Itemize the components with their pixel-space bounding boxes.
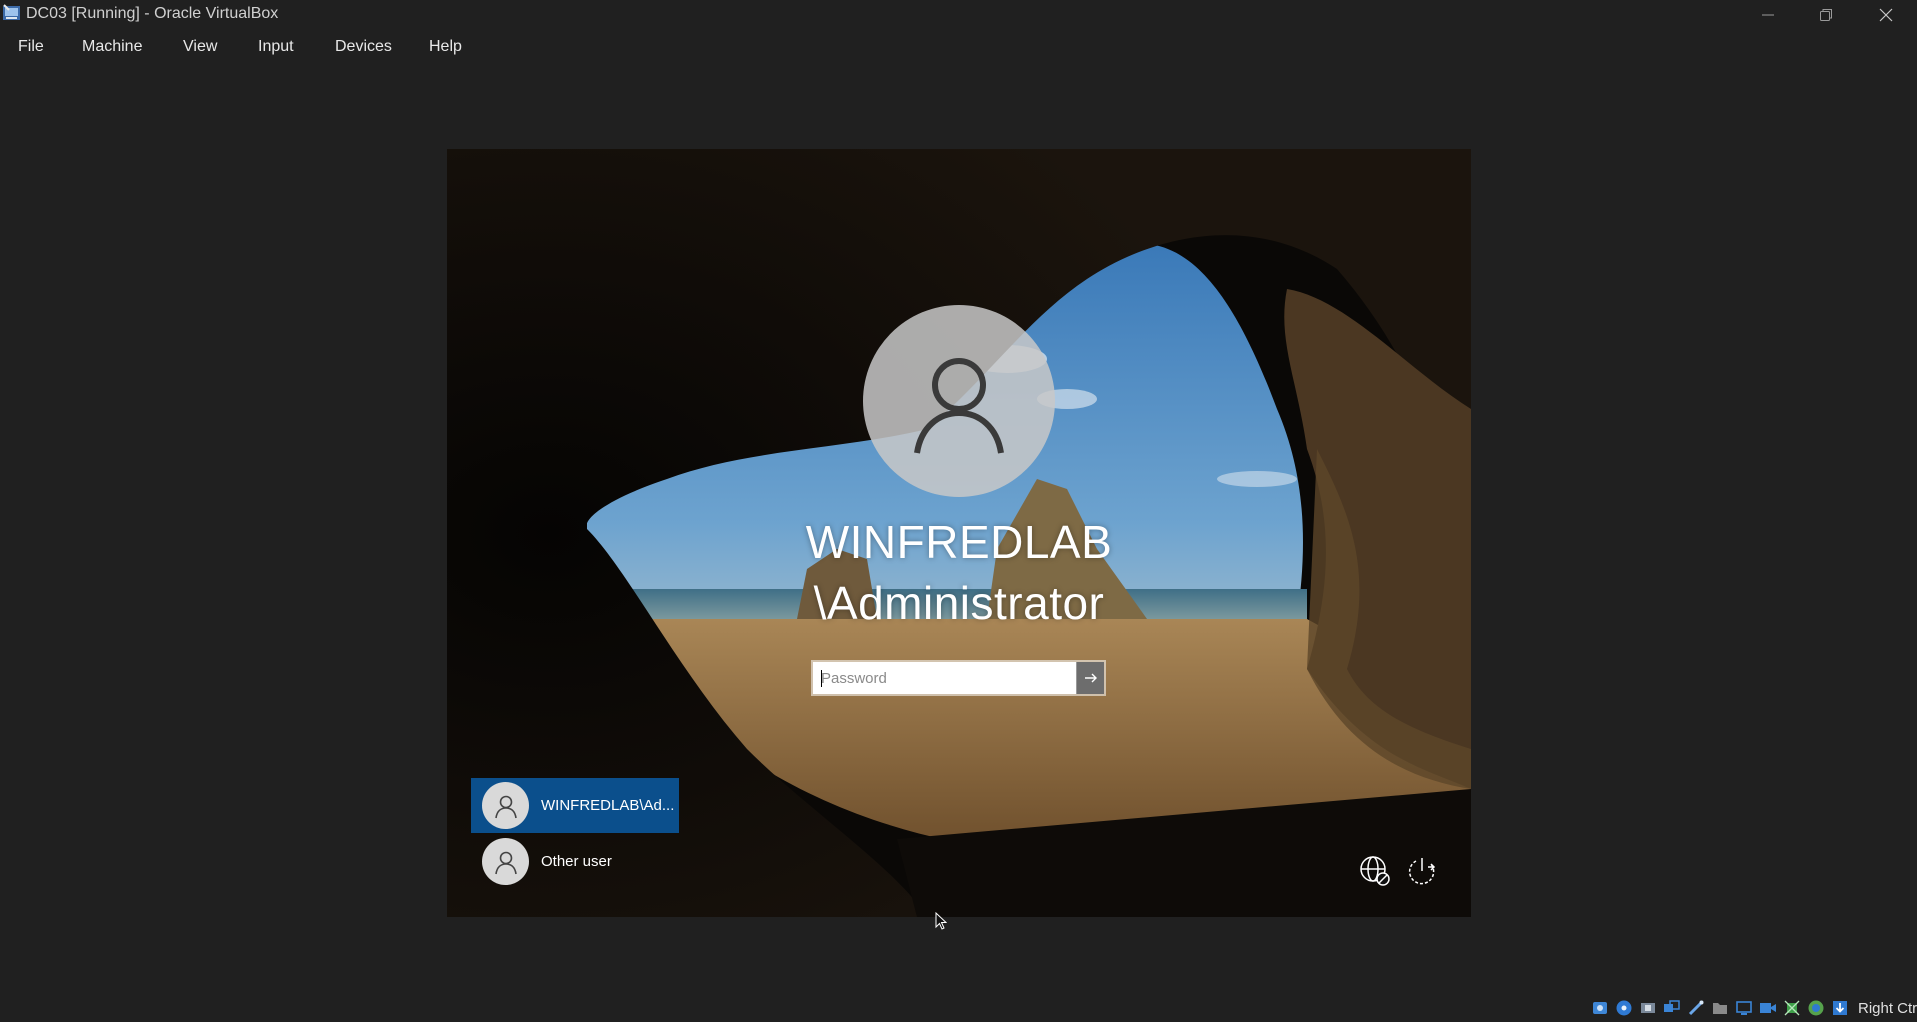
menu-file[interactable]: File (18, 38, 44, 56)
menu-input[interactable]: Input (258, 38, 294, 56)
network-button[interactable] (1358, 854, 1392, 888)
window-title: DC03 [Running] - Oracle VirtualBox (26, 5, 279, 22)
user-tile-label: Other user (541, 853, 612, 870)
menu-view[interactable]: View (183, 38, 217, 56)
user-icon (914, 358, 1004, 454)
keyboard-icon[interactable] (1830, 998, 1850, 1018)
vm-display[interactable]: WINFREDLAB \Administrator WINFREDLAB\Ad.… (447, 149, 1471, 917)
minimize-button[interactable] (1739, 0, 1797, 29)
user-tile-administrator[interactable]: WINFREDLAB\Ad... (471, 778, 679, 833)
menu-devices[interactable]: Devices (335, 38, 392, 56)
close-icon (1879, 8, 1893, 21)
text-caret (821, 670, 822, 687)
user-tile-other-user[interactable]: Other user (471, 834, 679, 889)
optical-disk-icon[interactable] (1614, 998, 1634, 1018)
tile-avatar (482, 782, 529, 829)
audio-icon[interactable] (1638, 998, 1658, 1018)
username-domain: WINFREDLAB (805, 516, 1113, 568)
usb-icon[interactable] (1686, 998, 1706, 1018)
power-icon (1408, 858, 1436, 885)
arrow-right-icon (1084, 673, 1097, 683)
close-button[interactable] (1857, 0, 1915, 29)
mouse-integration-icon[interactable] (1806, 998, 1826, 1018)
username-account: \Administrator (813, 577, 1105, 629)
minimize-icon (1762, 14, 1774, 15)
virtualization-icon[interactable] (1782, 998, 1802, 1018)
user-icon (494, 795, 517, 818)
password-box (811, 660, 1106, 696)
virtualbox-window: DC03 [Running] - Oracle VirtualBox File … (0, 0, 1917, 1022)
display-icon[interactable] (1734, 998, 1754, 1018)
network-icon (1360, 856, 1390, 886)
tile-avatar (482, 838, 529, 885)
user-tile-label: WINFREDLAB\Ad... (541, 797, 675, 814)
user-icon (494, 851, 517, 874)
virtualbox-icon (3, 4, 20, 20)
shared-folders-icon[interactable] (1710, 998, 1730, 1018)
hard-disk-icon[interactable] (1590, 998, 1610, 1018)
user-avatar (863, 305, 1055, 497)
restore-button[interactable] (1797, 0, 1855, 29)
status-bar: Right Ctrl (1590, 998, 1917, 1018)
password-input[interactable] (813, 662, 1076, 694)
menu-machine[interactable]: Machine (82, 38, 142, 56)
restore-icon (1820, 8, 1832, 21)
menu-bar: File Machine View Input Devices Help (0, 33, 1917, 63)
host-key-label: Right Ctrl (1858, 999, 1917, 1017)
recording-icon[interactable] (1758, 998, 1778, 1018)
network-adapter-icon[interactable] (1662, 998, 1682, 1018)
title-bar: DC03 [Running] - Oracle VirtualBox (0, 0, 1917, 29)
power-button[interactable] (1405, 854, 1439, 888)
menu-help[interactable]: Help (429, 38, 462, 56)
submit-button[interactable] (1076, 662, 1104, 694)
mouse-cursor-icon (935, 912, 947, 930)
